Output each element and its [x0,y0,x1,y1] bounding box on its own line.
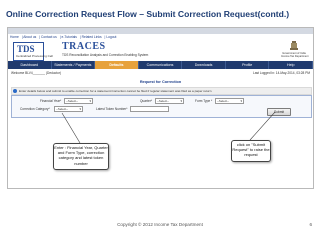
financial-year-label: Financial Year* [40,99,62,103]
link-home[interactable]: Home [10,35,19,39]
slide-title: Online Correction Request Flow – Submit … [6,9,290,19]
chevron-down-icon: ▾ [240,99,242,103]
emblem-icon [290,41,298,50]
chevron-down-icon: ▾ [89,99,91,103]
main-nav: Dashboard Statements / Payments Defaults… [8,61,313,69]
form-type-label: Form Type * [195,99,213,103]
info-bar: Enter details below and submit to enable… [11,87,312,95]
nav-dashboard[interactable]: Dashboard [8,61,52,69]
chevron-down-icon: ▾ [180,99,182,103]
form-type-select[interactable]: --Select-- ▾ [215,98,244,104]
footer-copyright: Copyright © 2012 Income Tax Department [117,222,203,227]
page-title: Request for Correction [139,80,182,84]
latest-token-input[interactable] [130,106,169,112]
tds-logo: TDS Centralized Processing Cell [13,42,53,61]
nav-statements-payments[interactable]: Statements / Payments [52,61,96,69]
quarter-select[interactable]: --Select-- ▾ [155,98,184,104]
nav-help[interactable]: Help [269,61,313,69]
app-tagline: TDS Reconciliation Analysis and Correcti… [62,53,149,57]
info-text: Enter details below and submit to enable… [19,89,212,93]
financial-year-select[interactable]: --Select-- ▾ [64,98,93,104]
chevron-down-icon: ▾ [79,107,81,111]
welcome-text: Welcome BLV4_______ (Deductor) [11,71,62,75]
latest-token-label: Latest Token Number* [96,107,128,111]
link-contact-us[interactable]: | Contact us [39,35,57,39]
correction-category-select[interactable]: --Select-- ▾ [54,106,83,112]
correction-category-label: Correction Category* [20,107,50,111]
site-header: TDS Centralized Processing Cell TRACES T… [8,40,313,61]
submit-button[interactable]: Submit [267,108,291,116]
callout-submit-request: click on "Submit Request" to raise the r… [231,140,271,162]
link-related-links[interactable]: | Related Links [80,35,102,39]
link-logout[interactable]: | Logout [105,35,117,39]
app-name: TRACES [62,41,106,52]
callout-enter-details: Enter : Financial Year, Quarter and Form… [53,143,109,170]
nav-communications[interactable]: Communications [139,61,183,69]
page-number: 6 [309,222,312,227]
govt-emblem: Government of India Income Tax Departmen… [281,41,309,60]
nav-profile[interactable]: Profile [226,61,270,69]
link-about-us[interactable]: | About us [22,35,37,39]
nav-downloads[interactable]: Downloads [182,61,226,69]
last-login: Last Logged In: 14-May-2014, 03:28 PM [252,71,310,75]
link-e-tutorials[interactable]: | e-Tutorials [60,35,77,39]
quarter-label: Quarter* [140,99,153,103]
info-icon [13,89,17,94]
nav-defaults[interactable]: Defaults [95,61,139,69]
correction-request-form: Financial Year* --Select-- ▾ Quarter* --S… [11,95,312,118]
